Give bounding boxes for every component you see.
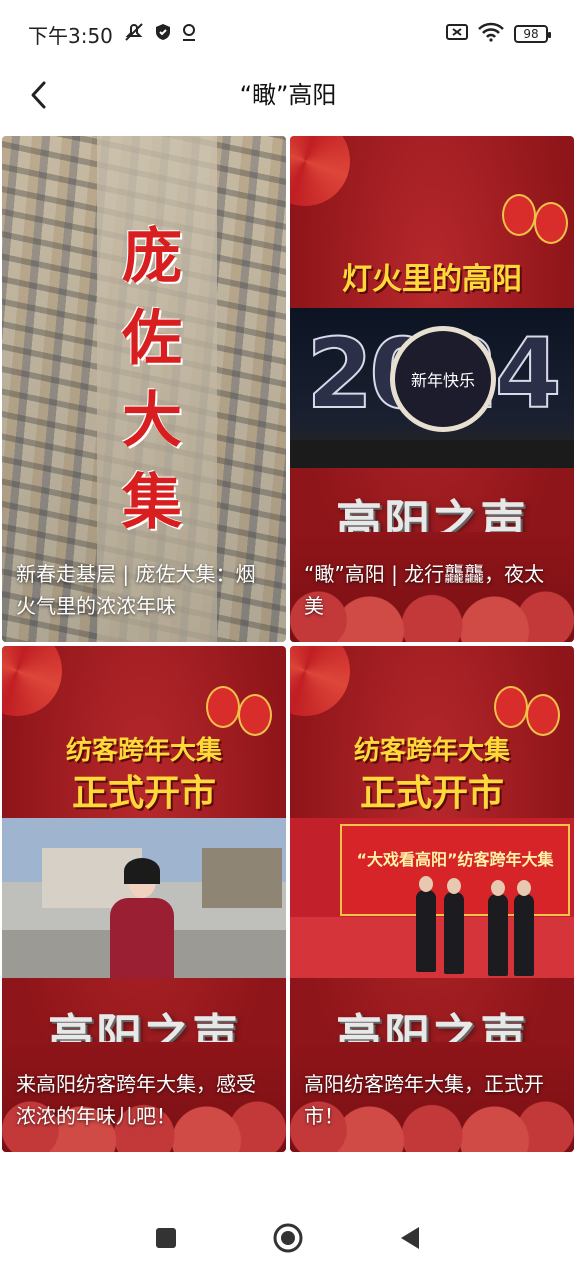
mute-icon bbox=[123, 21, 145, 48]
person bbox=[416, 876, 436, 972]
video-caption: “瞰”高阳 | 龙行龘龘，夜太美 bbox=[304, 562, 545, 618]
shield-icon bbox=[155, 22, 171, 46]
battery-level: 98 bbox=[523, 27, 539, 41]
recents-button[interactable] bbox=[151, 1223, 181, 1253]
stage-text: “大戏看高阳”纺客跨年大集 bbox=[356, 850, 554, 869]
video-card[interactable]: 灯火里的高阳 2024 新年快乐 高阳之声 “瞰”高阳 | 龙行龘龘，夜太美 bbox=[290, 136, 574, 642]
thumbnail-title-line1: 纺客跨年大集 bbox=[353, 736, 510, 766]
lantern-icon bbox=[502, 194, 536, 236]
presenter bbox=[102, 858, 182, 978]
top-nav-bar: “瞰”高阳 bbox=[0, 68, 576, 122]
thumbnail-title-line1: 纺客跨年大集 bbox=[65, 736, 222, 766]
square-recents-icon bbox=[156, 1228, 176, 1248]
fan-decoration bbox=[2, 646, 62, 716]
thumbnail-title: 庞佐大集 bbox=[122, 222, 182, 538]
stage-photo: “大戏看高阳”纺客跨年大集 bbox=[290, 818, 574, 978]
street-photo bbox=[2, 818, 286, 978]
home-button[interactable] bbox=[273, 1223, 303, 1253]
battery-icon: 98 bbox=[514, 25, 551, 43]
status-time: 下午3:50 bbox=[28, 23, 113, 48]
light-bar bbox=[290, 440, 574, 468]
fan-decoration bbox=[290, 136, 350, 206]
night-photo: 2024 新年快乐 bbox=[290, 308, 574, 468]
lantern-icon bbox=[494, 686, 528, 728]
video-card[interactable]: 庞佐大集 新春走基层 | 庞佐大集：烟火气里的浓浓年味 bbox=[2, 136, 286, 642]
thumbnail-title-line2: 正式开市 bbox=[359, 773, 504, 814]
page-title: “瞰”高阳 bbox=[239, 81, 337, 109]
nav-back-button[interactable] bbox=[395, 1223, 425, 1253]
lantern-icon bbox=[534, 202, 568, 244]
fan-decoration bbox=[290, 646, 350, 716]
thumbnail-title: 灯火里的高阳 bbox=[342, 262, 522, 297]
status-left: 下午3:50 bbox=[28, 20, 197, 49]
video-caption: 新春走基层 | 庞佐大集：烟火气里的浓浓年味 bbox=[16, 562, 256, 618]
person bbox=[488, 880, 508, 976]
circle-home-icon bbox=[273, 1223, 303, 1253]
status-bar: 下午3:50 98 bbox=[0, 0, 576, 68]
emblem: 新年快乐 bbox=[390, 326, 496, 432]
wifi-icon bbox=[478, 22, 504, 46]
video-card[interactable]: 纺客跨年大集 正式开市 “大戏看高阳”纺客跨年大集 高阳之声 高阳纺客跨年大集，… bbox=[290, 646, 574, 1152]
emblem-text: 新年快乐 bbox=[410, 371, 475, 390]
person bbox=[444, 878, 464, 974]
system-nav-bar bbox=[0, 1196, 576, 1280]
video-card[interactable]: 纺客跨年大集 正式开市 高阳之声 来高阳纺客跨年大集，感受浓浓的年味儿吧！ bbox=[2, 646, 286, 1152]
lantern-icon bbox=[206, 686, 240, 728]
status-right: 98 bbox=[446, 22, 551, 46]
video-caption: 来高阳纺客跨年大集，感受浓浓的年味儿吧！ bbox=[16, 1072, 256, 1128]
video-caption: 高阳纺客跨年大集，正式开市！ bbox=[304, 1072, 544, 1128]
building bbox=[202, 848, 282, 908]
thumbnail-title-line2: 正式开市 bbox=[71, 773, 216, 814]
location-icon bbox=[181, 22, 197, 46]
triangle-back-icon bbox=[401, 1227, 419, 1249]
person bbox=[514, 880, 534, 976]
video-grid: 庞佐大集 新春走基层 | 庞佐大集：烟火气里的浓浓年味 灯火里的高阳 2024 … bbox=[2, 136, 574, 1152]
sim-off-icon bbox=[446, 23, 468, 45]
